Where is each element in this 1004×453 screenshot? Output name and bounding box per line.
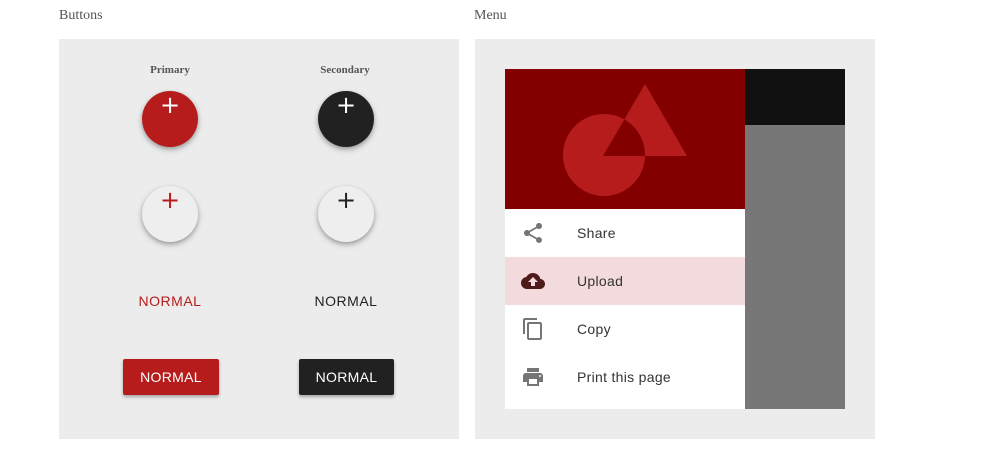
menu-item-share[interactable]: Share <box>505 209 745 257</box>
menu-item-label: Share <box>577 225 616 241</box>
secondary-fab-button[interactable]: + <box>318 91 374 147</box>
primary-column-label: Primary <box>150 64 190 76</box>
print-icon <box>505 353 577 401</box>
menu-item-label: Print this page <box>577 369 671 385</box>
cloud-upload-icon <box>505 257 577 305</box>
buttons-panel: Primary Secondary + + + + NORMAL NORMAL … <box>59 39 459 439</box>
menu-item-print[interactable]: Print this page <box>505 353 745 401</box>
primary-flat-button[interactable]: NORMAL <box>115 283 225 319</box>
menu-demo-card: Share Upload Copy Print this page <box>505 69 845 409</box>
plus-icon: + <box>159 91 181 119</box>
shapes-illustration-icon <box>563 84 687 196</box>
secondary-mini-fab-button[interactable]: + <box>318 186 374 242</box>
menu-section-label: Menu <box>474 8 507 23</box>
primary-raised-button[interactable]: NORMAL <box>123 359 219 395</box>
menu-header-image <box>505 69 745 209</box>
plus-icon: + <box>159 186 181 214</box>
menu-item-copy[interactable]: Copy <box>505 305 745 353</box>
buttons-section-label: Buttons <box>59 8 103 23</box>
share-icon <box>505 209 577 257</box>
primary-fab-button[interactable]: + <box>142 91 198 147</box>
menu-item-upload[interactable]: Upload <box>505 257 745 305</box>
primary-mini-fab-button[interactable]: + <box>142 186 198 242</box>
menu-sheet: Share Upload Copy Print this page <box>505 69 745 409</box>
menu-item-label: Upload <box>577 273 624 289</box>
menu-panel: Share Upload Copy Print this page <box>475 39 875 439</box>
menu-list: Share Upload Copy Print this page <box>505 209 745 401</box>
copy-icon <box>505 305 577 353</box>
secondary-flat-button[interactable]: NORMAL <box>291 283 401 319</box>
plus-icon: + <box>335 186 357 214</box>
menu-item-label: Copy <box>577 321 611 337</box>
plus-icon: + <box>335 91 357 119</box>
secondary-column-label: Secondary <box>320 64 370 76</box>
secondary-raised-button[interactable]: NORMAL <box>299 359 394 395</box>
